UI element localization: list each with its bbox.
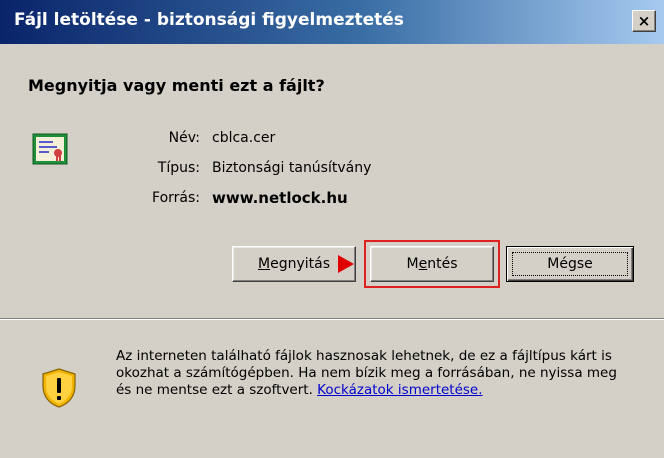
type-label: Típus: — [157, 160, 200, 176]
warning-shield-icon — [42, 368, 76, 408]
window-title: Fájl letöltése - biztonsági figyelmeztet… — [14, 10, 404, 30]
source-label: Forrás: — [152, 190, 200, 206]
risks-link[interactable]: Kockázatok ismertetése. — [317, 382, 482, 398]
warning-message: Az interneten található fájlok hasznosak… — [116, 348, 636, 399]
source-value: www.netlock.hu — [212, 189, 348, 207]
dialog-question: Megnyitja vagy menti ezt a fájlt? — [28, 76, 325, 95]
separator — [0, 318, 664, 320]
type-value: Biztonsági tanúsítvány — [212, 160, 372, 176]
close-button[interactable]: × — [632, 10, 656, 32]
name-value: cblca.cer — [212, 130, 276, 146]
open-button-label: Megnyitás — [257, 256, 330, 272]
cancel-button[interactable]: Mégse — [506, 246, 634, 282]
file-download-dialog: Fájl letöltése - biztonsági figyelmeztet… — [0, 0, 664, 458]
close-icon: × — [637, 12, 651, 30]
save-highlight — [364, 240, 500, 288]
focus-rect — [512, 252, 628, 276]
title-bar[interactable]: Fájl letöltése - biztonsági figyelmeztet… — [0, 0, 664, 44]
name-label: Név: — [168, 130, 200, 146]
red-arrow-icon — [338, 255, 354, 273]
certificate-icon — [32, 133, 68, 165]
